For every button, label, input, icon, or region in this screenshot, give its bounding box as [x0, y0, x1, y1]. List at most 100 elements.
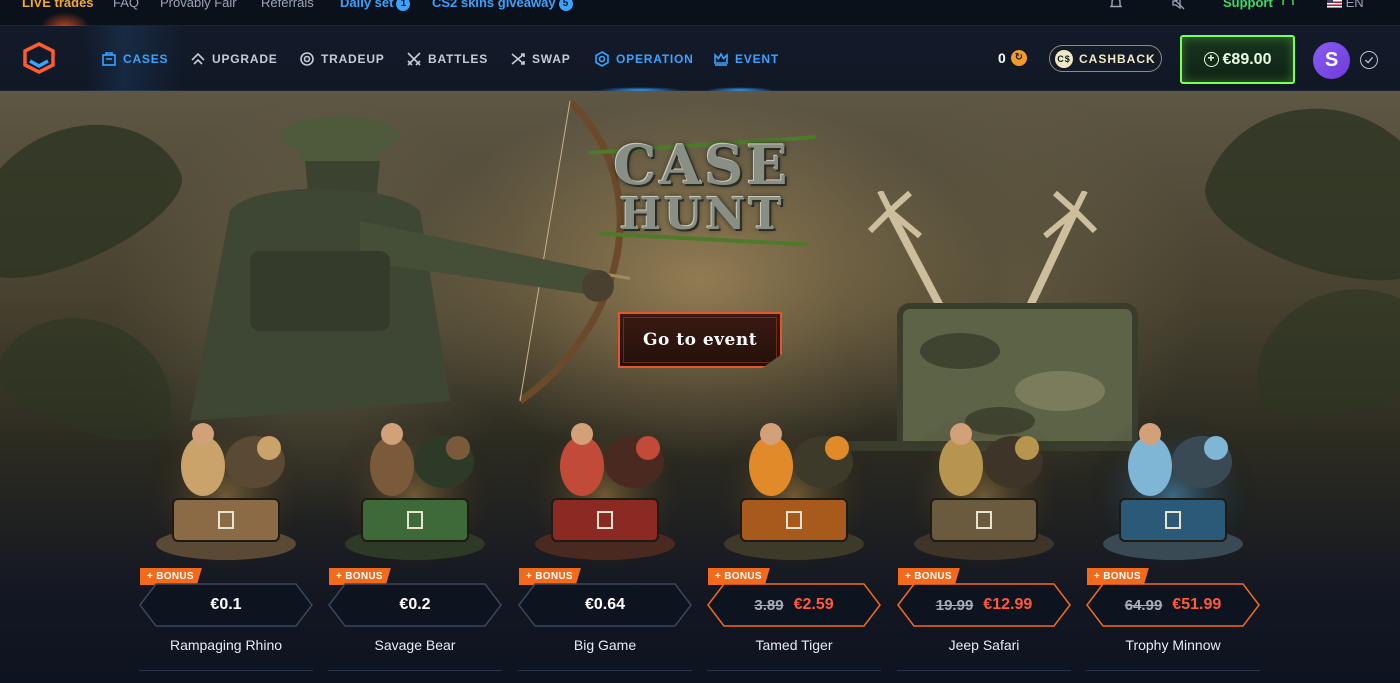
sale-price: €12.99: [983, 596, 1033, 613]
nav-tradeup-label: TRADEUP: [321, 51, 385, 66]
nav-event-label: EVENT: [735, 51, 780, 66]
case-image: [902, 411, 1066, 567]
archer-illustration: [190, 101, 630, 421]
case-name: Trophy Minnow: [1125, 637, 1221, 653]
case-image: [712, 411, 876, 567]
battles-icon: [407, 51, 421, 66]
case-price-button[interactable]: 19.99 €12.99: [897, 583, 1071, 627]
case-price-button[interactable]: 3.89 €2.59: [707, 583, 881, 627]
site-logo[interactable]: [22, 42, 56, 74]
case-image: [1091, 411, 1255, 567]
sound-off-icon[interactable]: [1171, 0, 1185, 10]
giveaway-badge: 5: [558, 0, 573, 11]
foliage-decoration: [1237, 268, 1400, 434]
case-card[interactable]: + BONUS 19.99 €12.99 Jeep Safari: [897, 404, 1071, 674]
case-card[interactable]: + BONUS 3.89 €2.59 Tamed Tiger: [707, 404, 881, 674]
nav-upgrade[interactable]: UPGRADE: [190, 26, 278, 91]
coin-count: 0: [998, 50, 1006, 66]
sale-price: €2.59: [793, 596, 834, 613]
case-image: [523, 411, 687, 567]
giveaway-label: CS2 skins giveaway: [432, 0, 556, 10]
coin-icon: ↻: [1010, 50, 1027, 66]
foliage-decoration: [1191, 91, 1400, 305]
sale-price: €51.99: [1172, 596, 1222, 613]
price-row: €0.2: [328, 583, 502, 627]
case-price-button[interactable]: €0.1: [139, 583, 313, 627]
nav-event[interactable]: EVENT: [713, 26, 779, 91]
cashback-label: CASHBACK: [1079, 51, 1156, 66]
giveaway-link[interactable]: CS2 skins giveaway 5: [432, 0, 573, 11]
price-row: 64.99 €51.99: [1086, 583, 1260, 627]
provably-fair-link[interactable]: Provably Fair: [160, 0, 237, 10]
nav-operation-label: OPERATION: [616, 51, 694, 66]
language-label: EN: [1345, 0, 1364, 10]
price-row: €0.64: [518, 583, 692, 627]
profile-menu-icon[interactable]: [1360, 51, 1378, 69]
case-image: [144, 411, 308, 567]
price-row: 3.89 €2.59: [707, 583, 881, 627]
case-image: [333, 411, 497, 567]
crown-icon: [714, 51, 728, 66]
plus-icon: +: [1203, 52, 1219, 67]
nav-battles-label: BATTLES: [428, 51, 489, 66]
nav-cases-label: CASES: [123, 51, 169, 66]
live-trades-link[interactable]: LIVE trades: [22, 0, 94, 10]
operation-icon: [595, 50, 609, 67]
card-divider: [707, 670, 881, 671]
case-name: Rampaging Rhino: [169, 637, 283, 653]
support-link[interactable]: Support: [1223, 0, 1295, 10]
case-icon: [102, 51, 116, 66]
daily-set-label: Daily set: [340, 0, 394, 10]
case-price-button[interactable]: 64.99 €51.99: [1086, 583, 1260, 627]
old-price: 19.99: [935, 596, 974, 614]
user-avatar[interactable]: S: [1313, 42, 1350, 79]
case-name: Tamed Tiger: [755, 637, 833, 653]
main-navbar: CASES UPGRADE TRADEUP BATTLES SWAP OPERA…: [0, 26, 1400, 93]
card-divider: [139, 670, 313, 671]
card-divider: [328, 670, 502, 671]
card-divider: [1086, 670, 1260, 671]
case-card[interactable]: + BONUS 64.99 €51.99 Trophy Minnow: [1086, 404, 1260, 674]
language-select[interactable]: EN: [1327, 0, 1364, 10]
nav-upgrade-label: UPGRADE: [212, 51, 278, 66]
card-divider: [518, 670, 692, 671]
cashback-icon: C$: [1055, 49, 1073, 68]
us-flag-icon: [1327, 0, 1342, 8]
case-price: €0.1: [210, 596, 242, 613]
event-hero-banner: CASE HUNT Go to event + BONUS €0.1 Rampa…: [0, 91, 1400, 683]
case-name: Jeep Safari: [948, 637, 1020, 653]
case-price-button[interactable]: €0.2: [328, 583, 502, 627]
nav-swap[interactable]: SWAP: [510, 26, 571, 91]
tradeup-icon: [300, 51, 314, 66]
case-price-button[interactable]: €0.64: [518, 583, 692, 627]
price-row: 19.99 €12.99: [897, 583, 1071, 627]
case-name: Big Game: [573, 637, 637, 653]
nav-operation[interactable]: OPERATION: [594, 26, 694, 91]
upgrade-icon: [191, 52, 205, 65]
case-card[interactable]: + BONUS €0.2 Savage Bear: [328, 404, 502, 674]
price-row: €0.1: [139, 583, 313, 627]
card-divider: [897, 670, 1071, 671]
referrals-link[interactable]: Referrals: [261, 0, 314, 10]
faq-link[interactable]: FAQ: [113, 0, 139, 10]
balance-deposit-button[interactable]: + €89.00: [1180, 35, 1295, 84]
case-card[interactable]: + BONUS €0.1 Rampaging Rhino: [139, 404, 313, 674]
headset-icon: [1282, 0, 1295, 5]
old-price: 64.99: [1124, 596, 1163, 614]
go-to-event-button[interactable]: Go to event: [618, 312, 782, 368]
nav-battles[interactable]: BATTLES: [406, 26, 488, 91]
case-price: €0.2: [399, 596, 431, 613]
nav-cases[interactable]: CASES: [101, 26, 168, 91]
foliage-decoration: [0, 91, 198, 302]
nav-swap-label: SWAP: [532, 51, 571, 66]
swap-icon: [511, 52, 525, 65]
old-price: 3.89: [754, 596, 784, 614]
coin-balance[interactable]: 0 ↻: [998, 50, 1027, 66]
top-strip: LIVE trades FAQ Provably Fair Referrals …: [0, 0, 1400, 28]
bell-icon[interactable]: [1109, 0, 1123, 10]
cashback-button[interactable]: C$ CASHBACK: [1049, 45, 1162, 72]
case-hunt-logo: CASE HUNT: [588, 133, 816, 251]
case-card[interactable]: + BONUS €0.64 Big Game: [518, 404, 692, 674]
nav-tradeup[interactable]: TRADEUP: [299, 26, 385, 91]
daily-set-link[interactable]: Daily set 1: [340, 0, 411, 11]
